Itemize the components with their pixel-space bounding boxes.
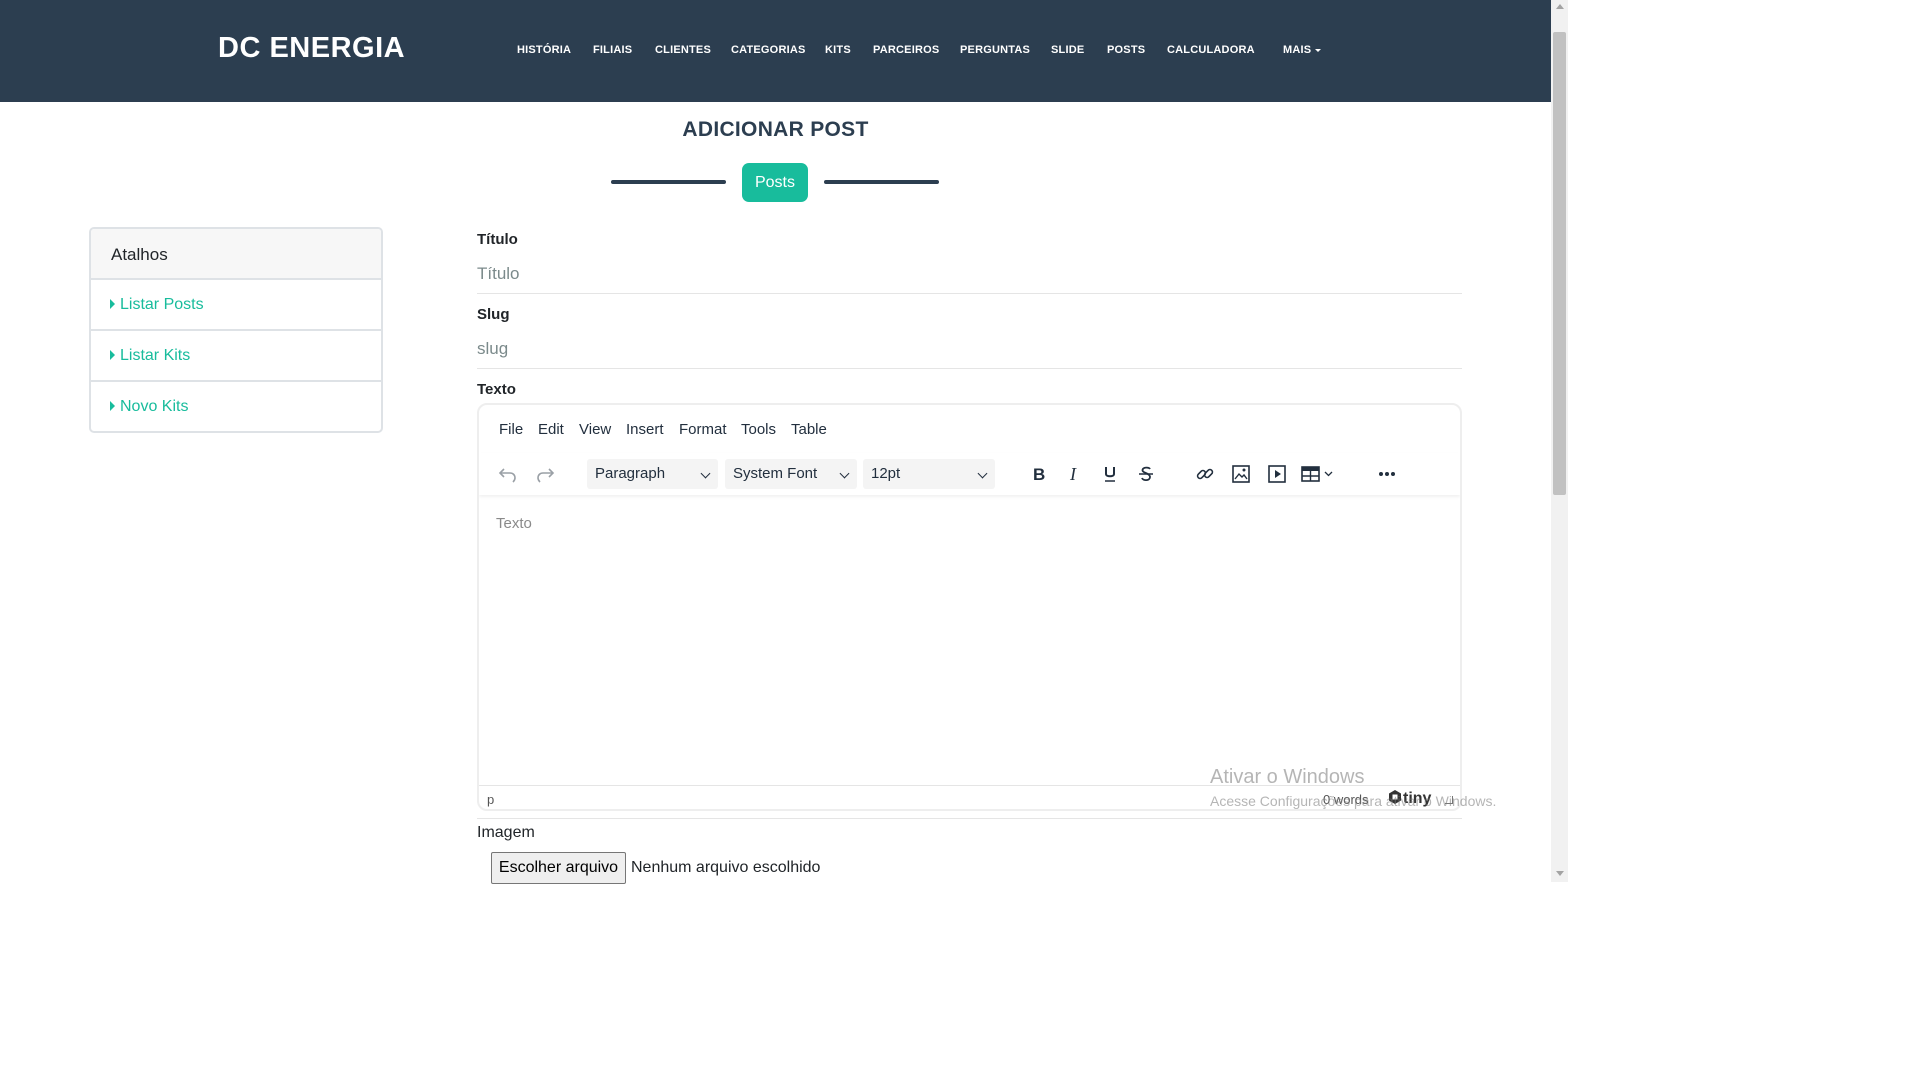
choose-file-button[interactable]: Escolher arquivo bbox=[491, 852, 626, 884]
bold-icon[interactable]: B bbox=[1023, 459, 1053, 489]
posts-badge: Posts bbox=[742, 163, 808, 202]
slug-label: Slug bbox=[477, 306, 510, 323]
nav-slide[interactable]: SLIDE bbox=[1051, 44, 1084, 56]
font-size-value: 12pt bbox=[871, 465, 901, 482]
svg-text:I: I bbox=[1069, 464, 1077, 484]
menu-table[interactable]: Table bbox=[791, 421, 827, 438]
chevron-down-icon bbox=[977, 468, 988, 479]
menu-view[interactable]: View bbox=[579, 421, 611, 438]
nav-posts[interactable]: POSTS bbox=[1107, 44, 1145, 56]
caret-right-icon bbox=[110, 401, 115, 411]
caret-right-icon bbox=[110, 299, 115, 309]
underline-icon[interactable] bbox=[1095, 459, 1125, 489]
form-divider bbox=[477, 818, 1462, 819]
texto-label: Texto bbox=[477, 381, 516, 398]
nav-mais-label: MAIS bbox=[1283, 44, 1312, 56]
main-nav: HISTÓRIA FILIAIS CLIENTES CATEGORIAS KIT… bbox=[0, 44, 1551, 58]
windows-watermark-subtitle: Acesse Configurações para ativar o Windo… bbox=[1210, 793, 1497, 809]
imagem-label: Imagem bbox=[477, 824, 535, 841]
nav-clientes[interactable]: CLIENTES bbox=[655, 44, 711, 56]
strikethrough-icon[interactable] bbox=[1131, 459, 1161, 489]
element-path[interactable]: p bbox=[487, 792, 494, 807]
file-status-text: Nenhum arquivo escolhido bbox=[631, 859, 821, 876]
page-title: ADICIONAR POST bbox=[682, 118, 869, 141]
svg-text:B: B bbox=[1033, 465, 1045, 484]
italic-icon[interactable]: I bbox=[1059, 459, 1089, 489]
rich-text-editor: File Edit View Insert Format Tools Table… bbox=[477, 403, 1462, 811]
media-icon[interactable] bbox=[1262, 459, 1292, 489]
block-format-value: Paragraph bbox=[595, 465, 666, 482]
menu-edit[interactable]: Edit bbox=[538, 421, 564, 438]
scroll-up-arrow-icon[interactable] bbox=[1556, 4, 1564, 9]
shortcuts-title: Atalhos bbox=[91, 229, 381, 280]
editor-toolbar: Paragraph System Font 12pt B I bbox=[479, 453, 1460, 495]
nav-kits[interactable]: KITS bbox=[825, 44, 851, 56]
shortcut-label: Listar Posts bbox=[120, 296, 204, 313]
titulo-label: Título bbox=[477, 231, 518, 248]
block-format-select[interactable]: Paragraph bbox=[587, 459, 718, 489]
nav-calculadora[interactable]: CALCULADORA bbox=[1167, 44, 1255, 56]
table-icon[interactable] bbox=[1299, 459, 1339, 489]
menu-format[interactable]: Format bbox=[679, 421, 727, 438]
nav-perguntas[interactable]: PERGUNTAS bbox=[960, 44, 1030, 56]
menu-tools[interactable]: Tools bbox=[741, 421, 776, 438]
shortcut-listar-kits[interactable]: Listar Kits bbox=[91, 331, 381, 382]
chevron-down-icon bbox=[700, 468, 711, 479]
shortcut-label: Novo Kits bbox=[120, 398, 189, 415]
divider-right bbox=[824, 180, 939, 184]
nav-historia[interactable]: HISTÓRIA bbox=[517, 44, 571, 56]
chevron-down-icon bbox=[839, 468, 850, 479]
nav-categorias[interactable]: CATEGORIAS bbox=[731, 44, 806, 56]
link-icon[interactable] bbox=[1190, 459, 1220, 489]
nav-filiais[interactable]: FILIAIS bbox=[593, 44, 632, 56]
shortcut-novo-kits[interactable]: Novo Kits bbox=[91, 382, 381, 431]
redo-icon[interactable] bbox=[530, 459, 560, 489]
more-icon[interactable] bbox=[1372, 459, 1402, 489]
undo-icon[interactable] bbox=[493, 459, 523, 489]
shortcut-label: Listar Kits bbox=[120, 347, 191, 364]
shortcuts-card: Atalhos Listar Posts Listar Kits Novo Ki… bbox=[89, 227, 383, 433]
caret-right-icon bbox=[110, 350, 115, 360]
slug-input[interactable] bbox=[477, 329, 1462, 369]
shortcut-listar-posts[interactable]: Listar Posts bbox=[91, 280, 381, 331]
titulo-input[interactable] bbox=[477, 254, 1462, 294]
nav-mais-dropdown[interactable]: MAIS bbox=[1283, 44, 1322, 56]
nav-parceiros[interactable]: PARCEIROS bbox=[873, 44, 939, 56]
caret-down-icon bbox=[1315, 48, 1322, 52]
font-family-select[interactable]: System Font bbox=[725, 459, 857, 489]
menu-insert[interactable]: Insert bbox=[626, 421, 664, 438]
font-size-select[interactable]: 12pt bbox=[863, 459, 995, 489]
image-icon[interactable] bbox=[1226, 459, 1256, 489]
scroll-down-arrow-icon[interactable] bbox=[1556, 871, 1564, 876]
menu-file[interactable]: File bbox=[499, 421, 523, 438]
editor-menubar: File Edit View Insert Format Tools Table bbox=[479, 405, 1460, 453]
scroll-thumb[interactable] bbox=[1553, 32, 1566, 495]
editor-content-placeholder[interactable]: Texto bbox=[496, 515, 532, 532]
vertical-scrollbar[interactable] bbox=[1551, 0, 1568, 882]
font-family-value: System Font bbox=[733, 465, 818, 482]
windows-watermark-title: Ativar o Windows bbox=[1210, 766, 1365, 788]
top-navbar: DC ENERGIA HISTÓRIA FILIAIS CLIENTES CAT… bbox=[0, 0, 1551, 102]
divider-left bbox=[611, 180, 726, 184]
